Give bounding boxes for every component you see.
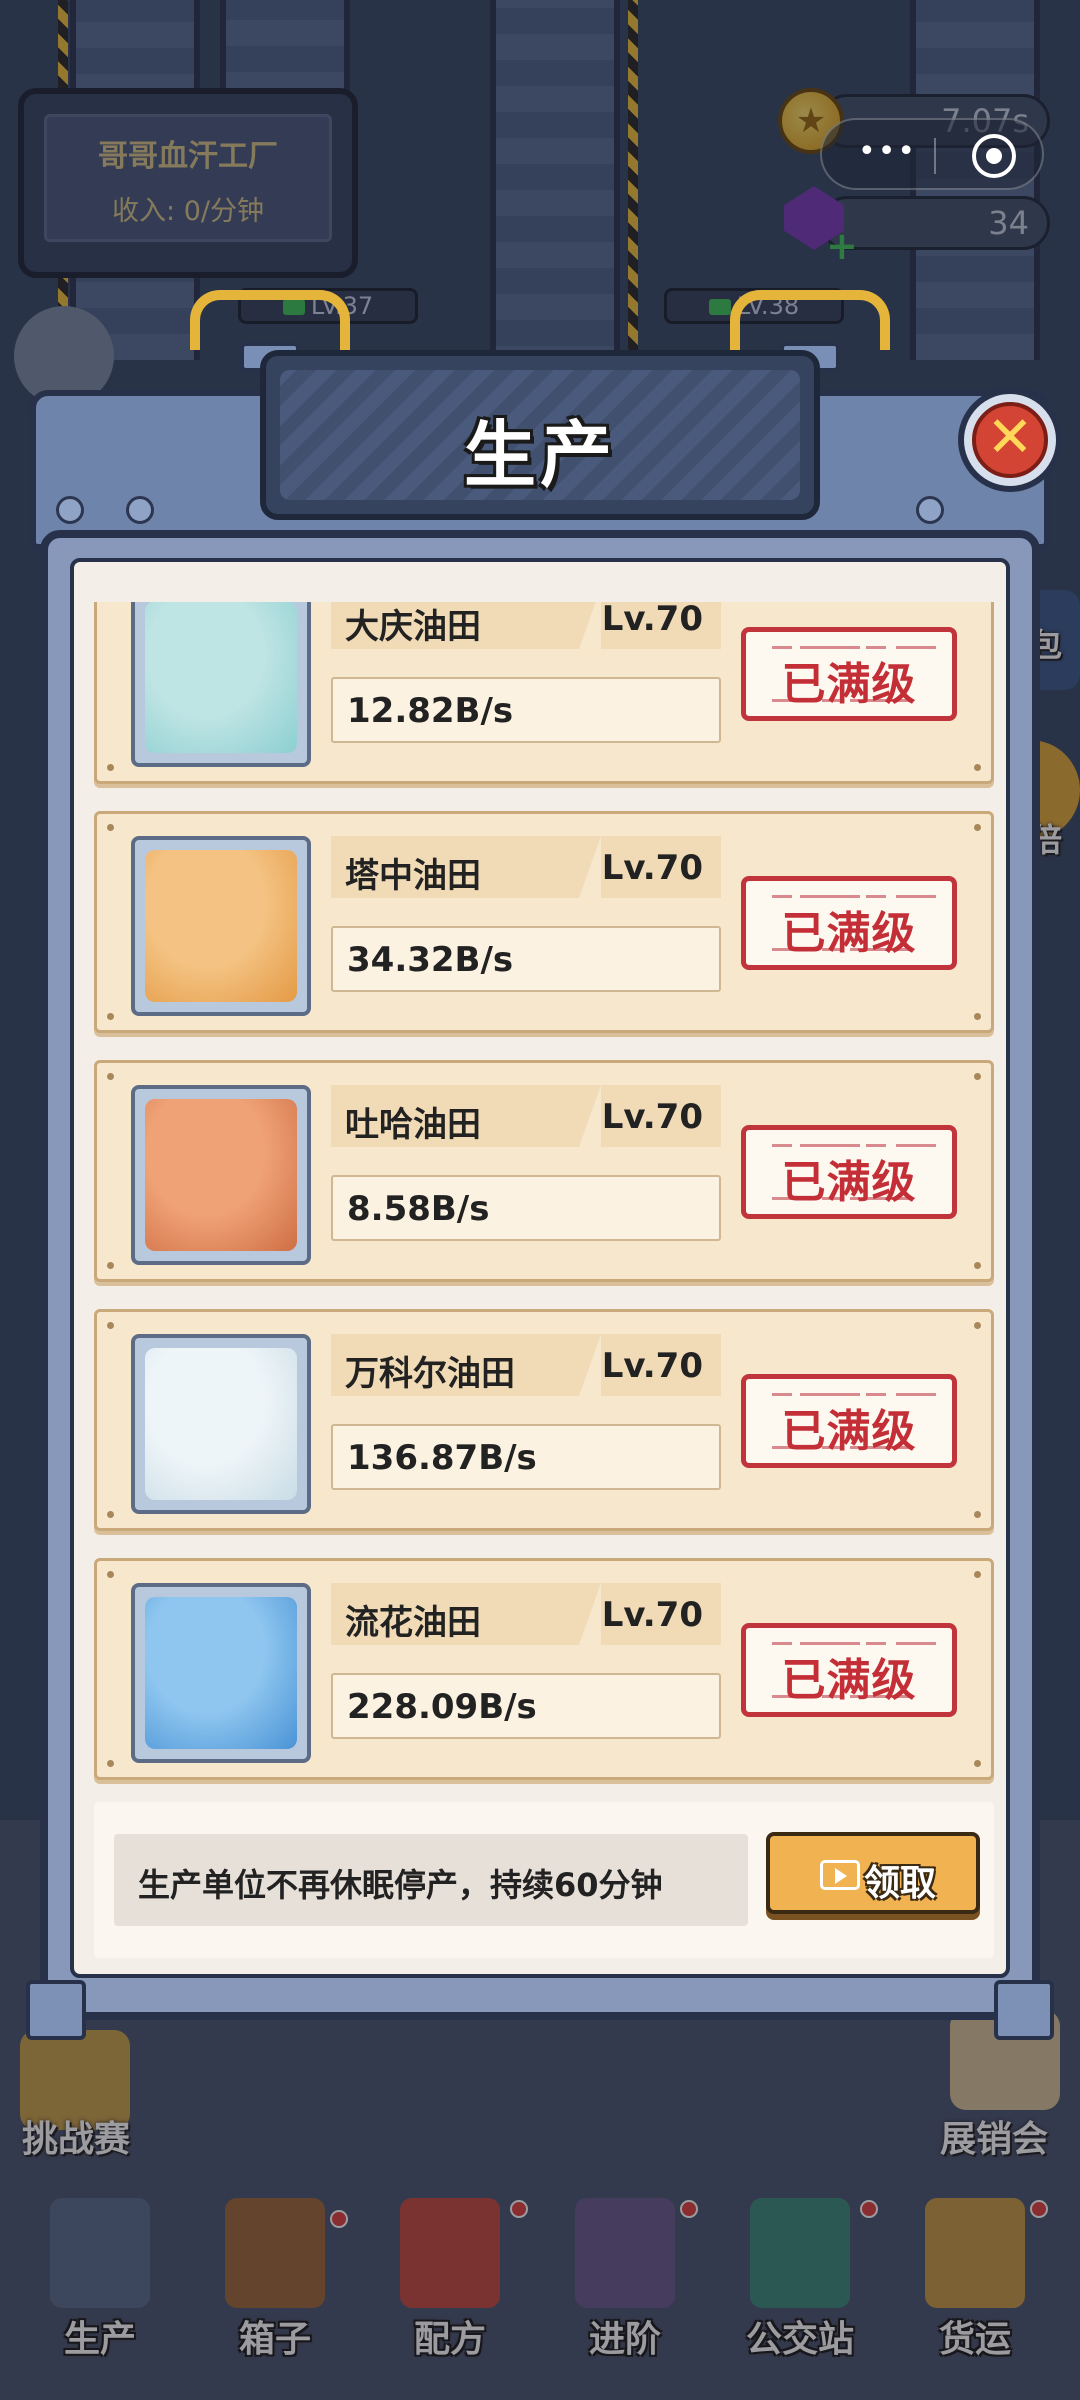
- production-card: 万科尔油田 Lv.70 136.87B/s 已满级: [94, 1309, 994, 1531]
- max-level-label: 已满级: [781, 659, 917, 710]
- oilfield-rate: 12.82B/s: [347, 691, 514, 731]
- modal-title: 生产: [463, 413, 616, 497]
- pin: [974, 1262, 981, 1269]
- oilfield-level: Lv.70: [601, 1346, 703, 1386]
- oilfield-rate-box: 8.58B/s: [331, 1175, 721, 1241]
- claim-label: 领取: [864, 1863, 937, 1904]
- close-button[interactable]: ✕: [958, 388, 1062, 492]
- oilfield-name: 万科尔油田: [345, 1354, 515, 1394]
- oilfield-level: Lv.70: [601, 602, 703, 639]
- bolt: [126, 496, 154, 524]
- handle: [730, 290, 890, 350]
- pin: [107, 1073, 114, 1080]
- oilfield-level: Lv.70: [601, 848, 703, 888]
- oilfield-thumbnail: [131, 1334, 311, 1514]
- close-x-icon: ✕: [972, 402, 1048, 478]
- boost-message-box: 生产单位不再休眠停产，持续60分钟: [114, 1834, 748, 1926]
- pin: [974, 764, 981, 771]
- oilfield-name-box: 流花油田 Lv.70: [331, 1583, 721, 1645]
- pin: [107, 824, 114, 831]
- pin: [974, 1571, 981, 1578]
- pin: [107, 764, 114, 771]
- oilfield-map-icon: [145, 1099, 297, 1251]
- pin: [974, 1511, 981, 1518]
- oilfield-map-icon: [145, 850, 297, 1002]
- oilfield-rate-box: 228.09B/s: [331, 1673, 721, 1739]
- production-card: 吐哈油田 Lv.70 8.58B/s 已满级: [94, 1060, 994, 1282]
- pin: [974, 1013, 981, 1020]
- oilfield-level: Lv.70: [601, 1595, 703, 1635]
- production-modal: 生产 ✕ 大庆油田 Lv.70 12.82B/s 已满级 塔中油田 Lv.70 …: [26, 290, 1062, 2040]
- oilfield-rate: 34.32B/s: [347, 940, 514, 980]
- oilfield-name: 流花油田: [345, 1603, 481, 1643]
- pin: [974, 1322, 981, 1329]
- oilfield-name-box: 万科尔油田 Lv.70: [331, 1334, 721, 1396]
- max-level-button[interactable]: 已满级: [741, 1374, 957, 1468]
- oilfield-map-icon: [145, 602, 297, 753]
- boost-message: 生产单位不再休眠停产，持续60分钟: [138, 1866, 663, 1904]
- pin: [107, 1511, 114, 1518]
- max-level-label: 已满级: [781, 1157, 917, 1208]
- mini-program-capsule: •••: [820, 118, 1044, 190]
- oilfield-name: 大庆油田: [345, 607, 481, 647]
- production-card: 大庆油田 Lv.70 12.82B/s 已满级: [94, 602, 994, 784]
- max-level-button[interactable]: 已满级: [741, 1623, 957, 1717]
- title-plate: 生产: [260, 350, 820, 520]
- pin: [107, 1571, 114, 1578]
- max-level-button[interactable]: 已满级: [741, 1125, 957, 1219]
- handle: [190, 290, 350, 350]
- frame-corner: [26, 1980, 86, 2040]
- oilfield-rate-box: 34.32B/s: [331, 926, 721, 992]
- pin: [974, 1073, 981, 1080]
- oilfield-name-box: 大庆油田 Lv.70: [331, 602, 721, 649]
- max-level-label: 已满级: [781, 908, 917, 959]
- oilfield-thumbnail: [131, 836, 311, 1016]
- max-level-button[interactable]: 已满级: [741, 876, 957, 970]
- oilfield-name-box: 塔中油田 Lv.70: [331, 836, 721, 898]
- pin: [974, 824, 981, 831]
- frame-corner: [994, 1980, 1054, 2040]
- oilfield-rate: 136.87B/s: [347, 1438, 537, 1478]
- video-camera-icon: [820, 1860, 860, 1890]
- production-card: 塔中油田 Lv.70 34.32B/s 已满级: [94, 811, 994, 1033]
- oilfield-thumbnail: [131, 602, 311, 767]
- bolt: [916, 496, 944, 524]
- boost-panel: 生产单位不再休眠停产，持续60分钟 领取: [94, 1802, 994, 1958]
- capsule-divider: [934, 138, 936, 174]
- max-level-label: 已满级: [781, 1655, 917, 1706]
- oilfield-level: Lv.70: [601, 1097, 703, 1137]
- pin: [107, 1013, 114, 1020]
- oilfield-thumbnail: [131, 1583, 311, 1763]
- production-card: 流花油田 Lv.70 228.09B/s 已满级: [94, 1558, 994, 1780]
- more-dots-icon[interactable]: •••: [858, 134, 917, 169]
- modal-body: 大庆油田 Lv.70 12.82B/s 已满级 塔中油田 Lv.70 34.32…: [40, 530, 1040, 2020]
- oilfield-name: 吐哈油田: [345, 1105, 481, 1145]
- pin: [107, 1322, 114, 1329]
- max-level-label: 已满级: [781, 1406, 917, 1457]
- record-circle-icon[interactable]: [972, 134, 1016, 178]
- pin: [107, 1262, 114, 1269]
- max-level-button[interactable]: 已满级: [741, 627, 957, 721]
- modal-content: 大庆油田 Lv.70 12.82B/s 已满级 塔中油田 Lv.70 34.32…: [70, 558, 1010, 1978]
- bolt: [56, 496, 84, 524]
- oilfield-map-icon: [145, 1348, 297, 1500]
- oilfield-map-icon: [145, 1597, 297, 1749]
- oilfield-name: 塔中油田: [345, 856, 481, 896]
- claim-button[interactable]: 领取: [766, 1832, 980, 1914]
- production-list-items: 大庆油田 Lv.70 12.82B/s 已满级 塔中油田 Lv.70 34.32…: [94, 602, 994, 1792]
- oilfield-rate: 8.58B/s: [347, 1189, 490, 1229]
- pin: [107, 1760, 114, 1767]
- oilfield-name-box: 吐哈油田 Lv.70: [331, 1085, 721, 1147]
- pin: [974, 1760, 981, 1767]
- oilfield-rate: 228.09B/s: [347, 1687, 537, 1727]
- oilfield-rate-box: 136.87B/s: [331, 1424, 721, 1490]
- oilfield-rate-box: 12.82B/s: [331, 677, 721, 743]
- oilfield-thumbnail: [131, 1085, 311, 1265]
- production-list[interactable]: 大庆油田 Lv.70 12.82B/s 已满级 塔中油田 Lv.70 34.32…: [74, 602, 1006, 1792]
